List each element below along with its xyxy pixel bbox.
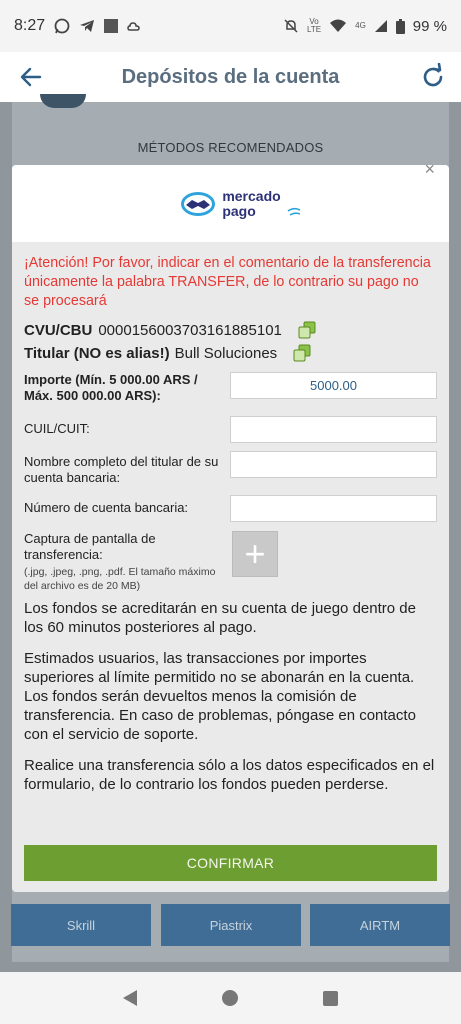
cbu-row: CVU/CBU 0000156003703161885101 [24,321,437,339]
logo-line1: mercado [222,187,281,204]
cuil-label: CUIL/CUIT: [24,421,90,436]
close-icon[interactable]: × [424,165,435,180]
volte-icon: Vo LTE [307,17,322,34]
back-arrow-icon[interactable] [18,64,44,90]
titular-label: Titular (NO es alias!) [24,344,170,362]
avatar [40,94,86,108]
page-title: Depósitos de la cuenta [121,65,340,88]
importe-input[interactable] [230,372,437,399]
cbu-value: 0000156003703161885101 [98,321,282,339]
titular-row: Titular (NO es alias!) Bull Soluciones [24,344,437,362]
modal-header: × mercado pago [12,165,449,242]
info-paragraph-3: Realice una transferencia sólo a los dat… [24,757,435,793]
method-button-piastrix[interactable]: Piastrix [161,904,301,946]
system-nav-bar [0,972,461,1024]
nombre-input[interactable] [230,451,437,478]
whatsapp-icon [54,18,70,34]
upload-row: Captura de pantalla de transferencia: (.… [24,531,437,593]
cuenta-row: Número de cuenta bancaria: [24,495,437,522]
cbu-label: CVU/CBU [24,321,93,339]
titular-value: Bull Soluciones [174,344,278,362]
telegram-icon [80,20,95,32]
confirm-button[interactable]: CONFIRMAR [24,845,437,881]
handshake-icon [181,191,216,216]
refresh-icon[interactable] [419,63,447,91]
upload-label: Captura de pantalla de transferencia: [24,531,156,562]
cuil-row: CUIL/CUIT: [24,416,437,443]
logo-line2: pago [222,202,256,219]
warning-message: ¡Atención! Por favor, indicar en el come… [24,255,431,309]
info-paragraph-2: Estimados usuarios, las transacciones po… [24,650,416,743]
cuenta-label: Número de cuenta bancaria: [24,500,189,515]
nav-home-icon[interactable] [221,990,238,1006]
upload-button[interactable]: + [232,531,278,577]
status-time: 8:27 [14,17,46,34]
copy-cbu-icon[interactable] [298,321,316,339]
deposit-modal: × mercado pago ¡Atención! Por favor, ind… [12,165,449,892]
nav-recents-icon[interactable] [323,990,339,1006]
battery-icon [395,18,405,34]
info-paragraph-1: Los fondos se acreditarán en su cuenta d… [24,600,416,636]
cuenta-input[interactable] [230,495,437,522]
mercado-pago-logo: mercado pago [180,187,301,219]
mute-icon [284,19,298,33]
network-type: 4G [355,21,366,30]
signal-icon [374,20,387,32]
method-button-skrill[interactable]: Skrill [11,904,151,946]
importe-label: Importe (Mín. 5 000.00 ARS / Máx. 500 00… [24,372,198,403]
method-button-airtm[interactable]: AIRTM [310,904,450,946]
battery-level: 99 % [412,17,447,35]
wifi-icon [330,19,347,32]
cloud-icon [127,22,140,31]
upload-hint: (.jpg, .jpeg, .png, .pdf. El tamaño máxi… [24,566,216,592]
logo-swoosh-icon [287,207,301,216]
importe-row: Importe (Mín. 5 000.00 ARS / Máx. 500 00… [24,372,437,404]
nombre-label: Nombre completo del titular de su cuenta… [24,454,219,485]
status-bar: 8:27 Vo LTE 4G 99 % [0,0,461,52]
copy-titular-icon[interactable] [293,344,311,362]
recommended-methods-label: MÉTODOS RECOMENDADOS [137,140,324,155]
app-notification-icon [104,19,119,33]
nombre-row: Nombre completo del titular de su cuenta… [24,451,437,486]
cuil-input[interactable] [230,416,437,443]
nav-back-icon[interactable] [122,990,137,1006]
